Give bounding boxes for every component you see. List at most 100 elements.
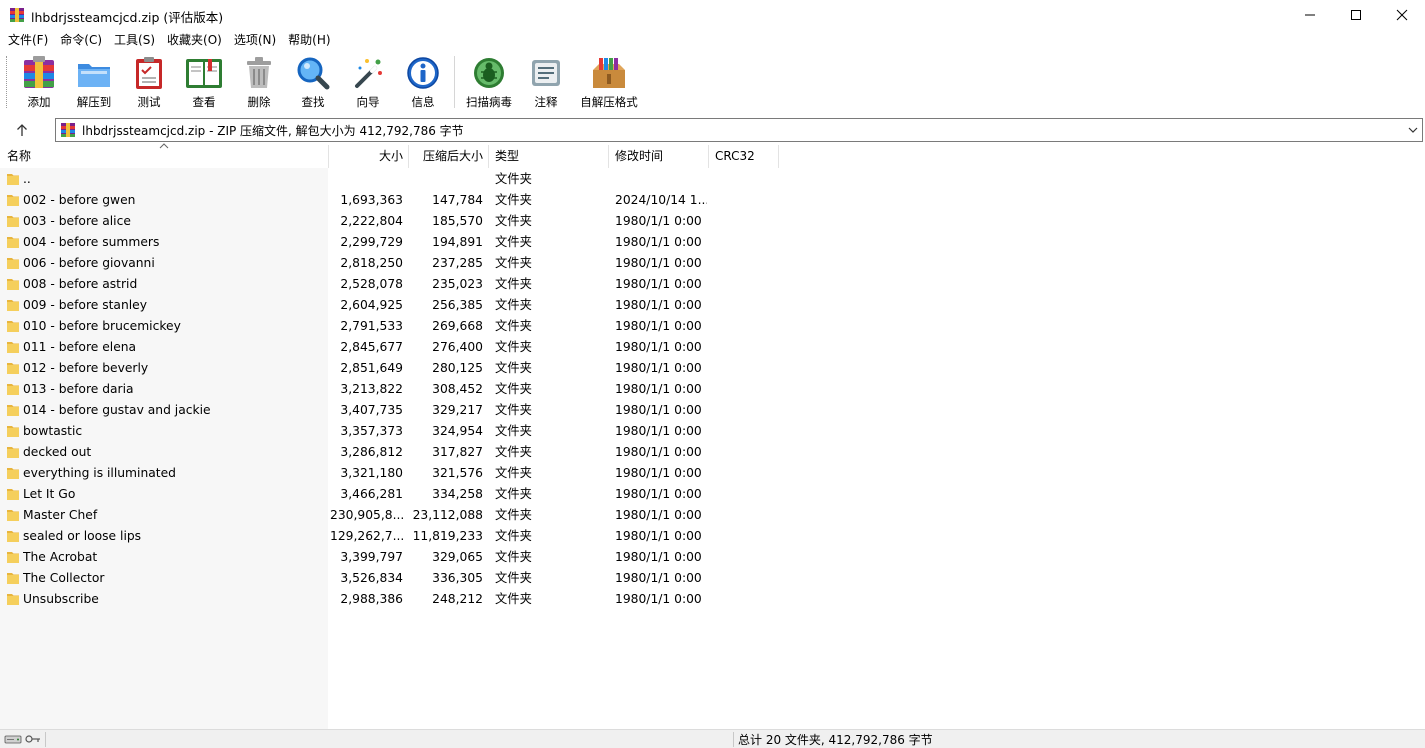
window-title: lhbdrjssteamcjcd.zip (评估版本) — [31, 10, 224, 25]
file-name: bowtastic — [23, 424, 83, 438]
wizard-button[interactable]: 向导 — [347, 54, 389, 112]
file-packed-size: 248,212 — [432, 592, 483, 606]
file-modified: 1980/1/1 0:00 — [615, 403, 702, 417]
file-packed-size: 147,784 — [432, 193, 483, 207]
address-combobox[interactable]: lhbdrjssteamcjcd.zip - ZIP 压缩文件, 解包大小为 4… — [55, 118, 1423, 142]
file-type: 文件夹 — [495, 361, 532, 375]
file-modified: 1980/1/1 0:00 — [615, 445, 702, 459]
file-type: 文件夹 — [495, 235, 532, 249]
table-row[interactable]: 004 - before summers 2,299,729 194,891 文件夹 1… — [0, 232, 1425, 253]
up-folder-button[interactable] — [10, 119, 34, 141]
file-modified: 1980/1/1 0:00 — [615, 235, 702, 249]
add-label: 添加 — [27, 95, 51, 109]
table-row[interactable]: 012 - before beverly 2,851,649 280,125 文件夹 1… — [0, 358, 1425, 379]
scan-virus-button[interactable]: 扫描病毒 — [462, 54, 516, 112]
column-header-size[interactable]: 大小 — [329, 145, 409, 168]
column-header-name[interactable]: 名称 — [0, 143, 329, 168]
file-size — [330, 169, 403, 190]
minimize-button[interactable] — [1287, 0, 1333, 30]
table-row[interactable]: .. 文件夹 — [0, 169, 1425, 190]
table-row[interactable]: 006 - before giovanni 2,818,250 237,285 文件夹… — [0, 253, 1425, 274]
table-row[interactable]: bowtastic 3,357,373 324,954 文件夹 1980/1/1 0:0… — [0, 421, 1425, 442]
test-button[interactable]: 测试 — [128, 54, 170, 112]
folder-icon — [7, 594, 19, 605]
file-modified: 1980/1/1 0:00 — [615, 214, 702, 228]
address-text: lhbdrjssteamcjcd.zip - ZIP 压缩文件, 解包大小为 4… — [82, 123, 464, 138]
scan-virus-label: 扫描病毒 — [466, 95, 512, 109]
file-type: 文件夹 — [495, 424, 532, 438]
arrow-up-icon — [17, 124, 27, 136]
table-row[interactable]: The Collector 3,526,834 336,305 文件夹 1980/1/1… — [0, 568, 1425, 589]
file-packed-size: 235,023 — [432, 277, 483, 291]
key-icon[interactable] — [24, 732, 42, 746]
column-header-packed[interactable]: 压缩后大小 — [409, 145, 489, 168]
table-row[interactable]: Unsubscribe 2,988,386 248,212 文件夹 1980/1/1 0… — [0, 589, 1425, 610]
folder-icon — [7, 363, 19, 374]
column-modified-label: 修改时间 — [615, 149, 664, 163]
info-button[interactable]: 信息 — [402, 54, 444, 112]
virus-scan-icon — [474, 58, 504, 88]
file-modified: 1980/1/1 0:00 — [615, 529, 702, 543]
file-crc32 — [715, 211, 775, 232]
file-size: 3,286,812 — [340, 445, 403, 459]
table-row[interactable]: 013 - before daria 3,213,822 308,452 文件夹 198… — [0, 379, 1425, 400]
status-divider-right — [733, 732, 734, 747]
table-row[interactable]: decked out 3,286,812 317,827 文件夹 1980/1/1 0:… — [0, 442, 1425, 463]
menu-tools[interactable]: 工具(S) — [108, 30, 161, 50]
file-crc32 — [715, 379, 775, 400]
file-type: 文件夹 — [495, 340, 532, 354]
file-crc32 — [715, 463, 775, 484]
close-button[interactable] — [1379, 0, 1425, 30]
address-dropdown-button[interactable] — [1406, 123, 1420, 137]
file-size: 2,299,729 — [340, 235, 403, 249]
file-type: 文件夹 — [495, 298, 532, 312]
menu-options[interactable]: 选项(N) — [228, 30, 282, 50]
table-row[interactable]: The Acrobat 3,399,797 329,065 文件夹 1980/1/1 0… — [0, 547, 1425, 568]
delete-button[interactable]: 删除 — [238, 54, 280, 112]
archive-icon — [61, 123, 75, 137]
table-row[interactable]: 011 - before elena 2,845,677 276,400 文件夹 198… — [0, 337, 1425, 358]
table-row[interactable]: Master Chef 230,905,8... 23,112,088 文件夹 1980… — [0, 505, 1425, 526]
comment-button[interactable]: 注释 — [525, 54, 567, 112]
menu-favorites[interactable]: 收藏夹(O) — [161, 30, 228, 50]
extract-button[interactable]: 解压到 — [71, 54, 117, 112]
file-crc32 — [715, 337, 775, 358]
table-row[interactable]: 014 - before gustav and jackie 3,407,735 3… — [0, 400, 1425, 421]
toolbar-grip[interactable] — [6, 56, 9, 108]
folder-icon — [7, 342, 19, 353]
comment-label: 注释 — [534, 95, 558, 109]
maximize-button[interactable] — [1333, 0, 1379, 30]
file-type: 文件夹 — [495, 529, 532, 543]
file-name: 004 - before summers — [23, 235, 160, 249]
column-header-modified[interactable]: 修改时间 — [609, 145, 709, 168]
folder-icon — [7, 468, 19, 479]
table-row[interactable]: 002 - before gwen 1,693,363 147,784 文件夹 2024… — [0, 190, 1425, 211]
column-header-crc32[interactable]: CRC32 — [709, 145, 779, 168]
drive-icon[interactable] — [4, 732, 22, 746]
folder-icon — [7, 237, 19, 248]
table-row[interactable]: 010 - before brucemickey 2,791,533 269,668… — [0, 316, 1425, 337]
add-button[interactable]: 添加 — [18, 54, 60, 112]
table-row[interactable]: 003 - before alice 2,222,804 185,570 文件夹 198… — [0, 211, 1425, 232]
folder-icon — [7, 510, 19, 521]
folder-icon — [7, 195, 19, 206]
find-button[interactable]: 查找 — [292, 54, 334, 112]
column-header-type[interactable]: 类型 — [489, 145, 609, 168]
table-row[interactable]: sealed or loose lips 129,262,7... 11,819,2… — [0, 526, 1425, 547]
table-row[interactable]: Let It Go 3,466,281 334,258 文件夹 1980/1/1 0:0… — [0, 484, 1425, 505]
table-row[interactable]: 009 - before stanley 2,604,925 256,385 文件夹 1… — [0, 295, 1425, 316]
table-row[interactable]: everything is illuminated 3,321,180 321,57… — [0, 463, 1425, 484]
menu-file[interactable]: 文件(F) — [2, 30, 54, 50]
file-list[interactable]: 名称 大小 压缩后大小 类型 修改时间 CRC32 .. 文件夹 002 - bef… — [0, 143, 1425, 729]
menu-commands[interactable]: 命令(C) — [54, 30, 108, 50]
menu-help[interactable]: 帮助(H) — [282, 30, 336, 50]
view-button[interactable]: 查看 — [181, 54, 227, 112]
file-modified: 1980/1/1 0:00 — [615, 340, 702, 354]
magic-wand-icon — [355, 59, 382, 88]
file-type: 文件夹 — [495, 403, 532, 417]
file-packed-size: 321,576 — [432, 466, 483, 480]
table-row[interactable]: 008 - before astrid 2,528,078 235,023 文件夹 19… — [0, 274, 1425, 295]
folder-icon — [7, 426, 19, 437]
sfx-button[interactable]: 自解压格式 — [578, 54, 640, 112]
file-name: .. — [23, 172, 31, 186]
